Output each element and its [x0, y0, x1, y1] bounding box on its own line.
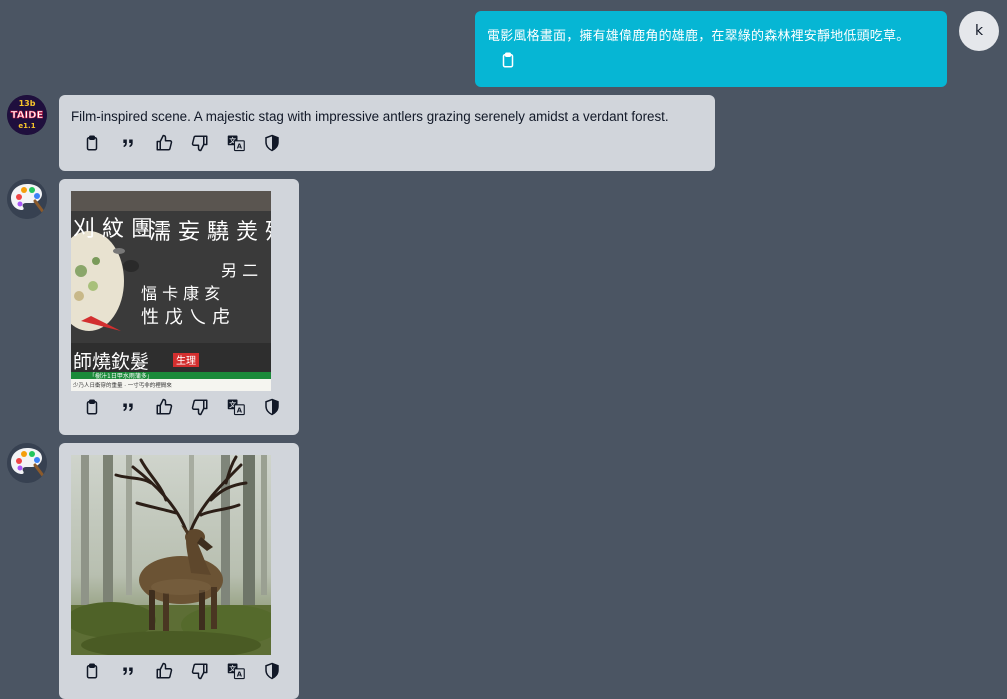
image-message-card: 刈 紋 團 濡 妄 驍 羙 殃 另 二 愊 卡 康 亥 性 戊 乀 虍 師燒欽髮…	[59, 179, 299, 435]
generated-image[interactable]	[71, 455, 271, 655]
translate-icon[interactable]: 文A	[225, 396, 247, 418]
image-caption-badge: 生理	[176, 354, 196, 367]
taide-avatar-bottom: e1.1	[18, 122, 35, 130]
shield-icon[interactable]	[261, 132, 283, 154]
palette-avatar	[7, 443, 47, 483]
user-message-bubble: 電影風格畫面，擁有雄偉鹿角的雄鹿，在翠綠的森林裡安靜地低頭吃草。	[475, 11, 947, 87]
svg-text:A: A	[237, 671, 243, 679]
copy-icon[interactable]	[499, 51, 517, 69]
thumbs-down-icon[interactable]	[189, 660, 211, 682]
message-actions: 文A	[81, 132, 297, 154]
thumbs-down-icon[interactable]	[189, 396, 211, 418]
quote-icon[interactable]	[117, 660, 139, 682]
thumbs-up-icon[interactable]	[153, 396, 175, 418]
quote-icon[interactable]	[117, 132, 139, 154]
image-caption-main: 師燒欽髮	[73, 351, 149, 373]
user-message: 電影風格畫面，擁有雄偉鹿角的雄鹿，在翠綠的森林裡安靜地低頭吃草。	[475, 11, 947, 87]
message-actions: 文A	[81, 660, 297, 682]
quote-icon[interactable]	[117, 396, 139, 418]
assistant-message-text: Film-inspired scene. A majestic stag wit…	[71, 109, 669, 124]
copy-icon[interactable]	[81, 132, 103, 154]
image-caption-line2: 少乃人日衝穿的重量 · 一寸丐非的裡間來	[73, 381, 172, 389]
translate-icon[interactable]: 文A	[225, 660, 247, 682]
palette-avatar	[7, 179, 47, 219]
svg-text:刈 紋 團: 刈 紋 團	[73, 217, 153, 242]
shield-icon[interactable]	[261, 396, 283, 418]
svg-text:性 戊 乀 虍: 性 戊 乀 虍	[141, 307, 230, 328]
copy-icon[interactable]	[81, 660, 103, 682]
user-message-text: 電影風格畫面，擁有雄偉鹿角的雄鹿，在翠綠的森林裡安靜地低頭吃草。	[487, 29, 910, 44]
thumbs-up-icon[interactable]	[153, 132, 175, 154]
svg-text:濡 妄 驍 羙 殃: 濡 妄 驍 羙 殃	[149, 220, 271, 245]
svg-text:另 二: 另 二	[221, 261, 258, 280]
thumbs-up-icon[interactable]	[153, 660, 175, 682]
copy-icon[interactable]	[81, 396, 103, 418]
taide-avatar-top: 13b	[19, 99, 36, 108]
thumbs-down-icon[interactable]	[189, 132, 211, 154]
taide-avatar-mid: TAIDE	[11, 110, 44, 121]
taide-avatar: 13b TAIDE e1.1	[7, 95, 47, 135]
translate-icon[interactable]: 文A	[225, 132, 247, 154]
svg-text:A: A	[237, 407, 243, 415]
image-caption-line1: 「樹汁1日甲水雨蒲多」	[89, 372, 153, 380]
svg-text:愊 卡 康 亥: 愊 卡 康 亥	[141, 284, 220, 303]
message-actions: 文A	[81, 396, 297, 418]
user-avatar[interactable]: k	[959, 11, 999, 51]
shield-icon[interactable]	[261, 660, 283, 682]
svg-text:A: A	[237, 143, 243, 151]
generated-image[interactable]: 刈 紋 團 濡 妄 驍 羙 殃 另 二 愊 卡 康 亥 性 戊 乀 虍 師燒欽髮…	[71, 191, 271, 391]
image-message-card: 文A	[59, 443, 299, 699]
assistant-message-card: Film-inspired scene. A majestic stag wit…	[59, 95, 715, 171]
